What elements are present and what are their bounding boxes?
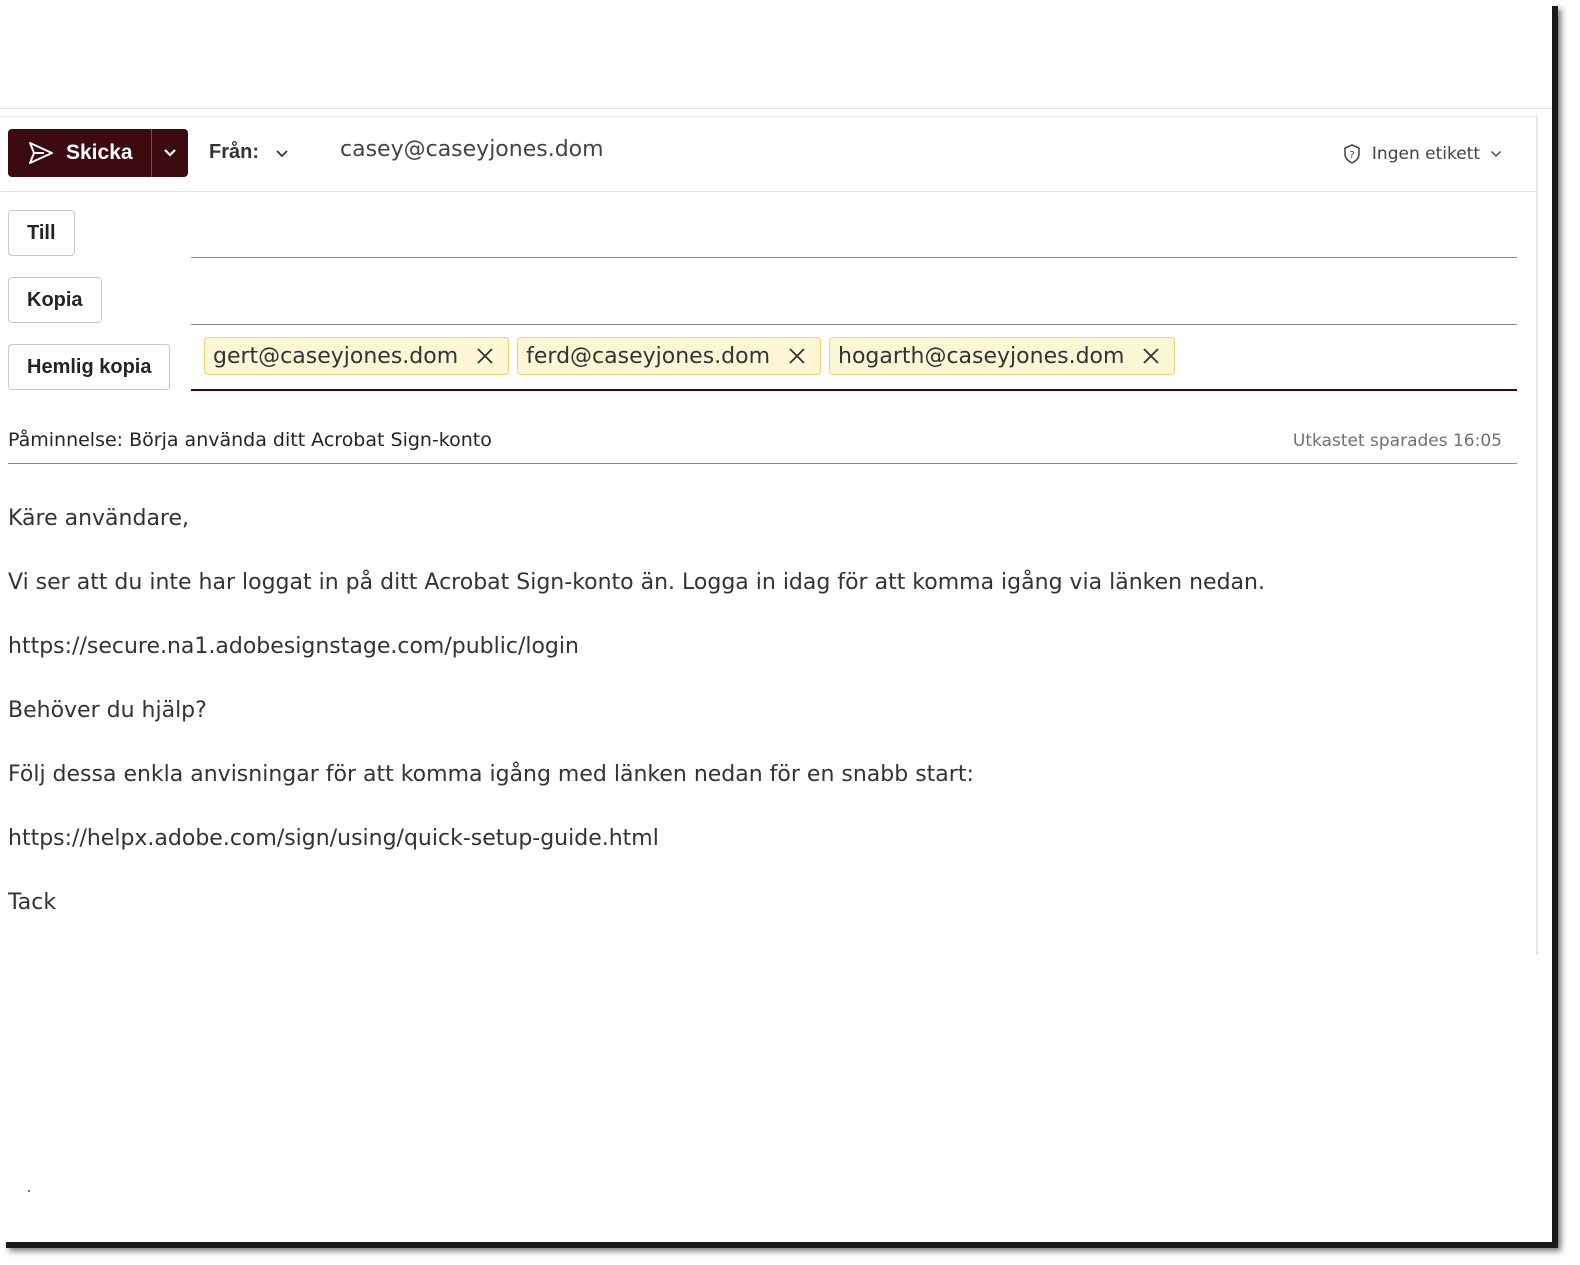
draft-saved-status: Utkastet sparades 16:05 <box>1292 431 1502 451</box>
window-frame: Skicka Från: casey@caseyjones.dom ? Inge… <box>0 0 1552 1242</box>
sensitivity-label-picker[interactable]: ? Ingen etikett <box>1342 143 1502 165</box>
body-line: Följ dessa enkla anvisningar för att kom… <box>8 762 974 787</box>
to-button-label: Till <box>27 221 56 244</box>
send-options-button[interactable] <box>150 129 188 177</box>
body-line: Behöver du hjälp? <box>8 698 207 723</box>
decorative-dot <box>28 1190 30 1192</box>
chevron-down-icon <box>276 149 288 157</box>
chevron-down-icon <box>1491 151 1501 157</box>
chevron-down-icon <box>163 149 176 157</box>
sensitivity-label-text: Ingen etikett <box>1371 144 1480 164</box>
cc-button-label: Kopia <box>27 288 83 311</box>
compose-header: Skicka Från: casey@caseyjones.dom ? Inge… <box>0 117 1536 192</box>
send-button-label: Skicka <box>66 141 133 164</box>
recipient-chip-label: gert@caseyjones.dom <box>213 343 459 369</box>
shield-icon: ? <box>1344 144 1360 164</box>
top-strip <box>0 0 1552 109</box>
send-button[interactable]: Skicka <box>8 129 151 177</box>
body-link[interactable]: https://secure.na1.adobesignstage.com/pu… <box>8 631 1508 663</box>
close-icon <box>477 348 493 364</box>
recipient-chip[interactable]: hogarth@caseyjones.dom <box>829 337 1176 375</box>
send-button-group: Skicka <box>8 129 188 177</box>
recipient-chip[interactable]: gert@caseyjones.dom <box>204 337 510 375</box>
close-icon <box>1143 348 1160 364</box>
close-icon <box>789 348 805 364</box>
remove-recipient-button[interactable] <box>1142 347 1160 365</box>
message-body[interactable]: Käre användare, Vi ser att du inte har l… <box>8 503 1508 951</box>
body-line: Käre användare, <box>8 506 190 531</box>
remove-recipient-button[interactable] <box>476 347 494 365</box>
recipient-chip-label: hogarth@caseyjones.dom <box>838 343 1125 369</box>
cc-button[interactable]: Kopia <box>8 277 102 323</box>
from-label: Från: <box>209 141 259 163</box>
subject-input[interactable]: Påminnelse: Börja använda ditt Acrobat S… <box>8 429 492 451</box>
body-line: Vi ser att du inte har loggat in på ditt… <box>8 570 1265 595</box>
from-selector[interactable]: Från: <box>209 141 289 164</box>
to-button[interactable]: Till <box>8 210 75 256</box>
subject-divider <box>8 463 1517 464</box>
to-input[interactable] <box>191 257 1517 258</box>
bcc-button-label: Hemlig kopia <box>27 355 152 378</box>
remove-recipient-button[interactable] <box>788 347 806 365</box>
compose-pane: Skicka Från: casey@caseyjones.dom ? Inge… <box>0 116 1538 955</box>
from-address: casey@caseyjones.dom <box>340 137 604 162</box>
body-line: Tack <box>8 890 57 915</box>
recipient-chip-label: ferd@caseyjones.dom <box>526 343 770 369</box>
bcc-input[interactable] <box>191 389 1517 391</box>
body-link[interactable]: https://helpx.adobe.com/sign/using/quick… <box>8 823 1508 855</box>
recipient-chip[interactable]: ferd@caseyjones.dom <box>517 337 821 375</box>
bcc-recipient-list: gert@caseyjones.dom ferd@caseyjones.dom … <box>204 337 1176 375</box>
send-icon <box>29 142 53 164</box>
bcc-button[interactable]: Hemlig kopia <box>8 344 171 390</box>
cc-input[interactable] <box>191 324 1517 325</box>
svg-text:?: ? <box>1349 150 1354 161</box>
